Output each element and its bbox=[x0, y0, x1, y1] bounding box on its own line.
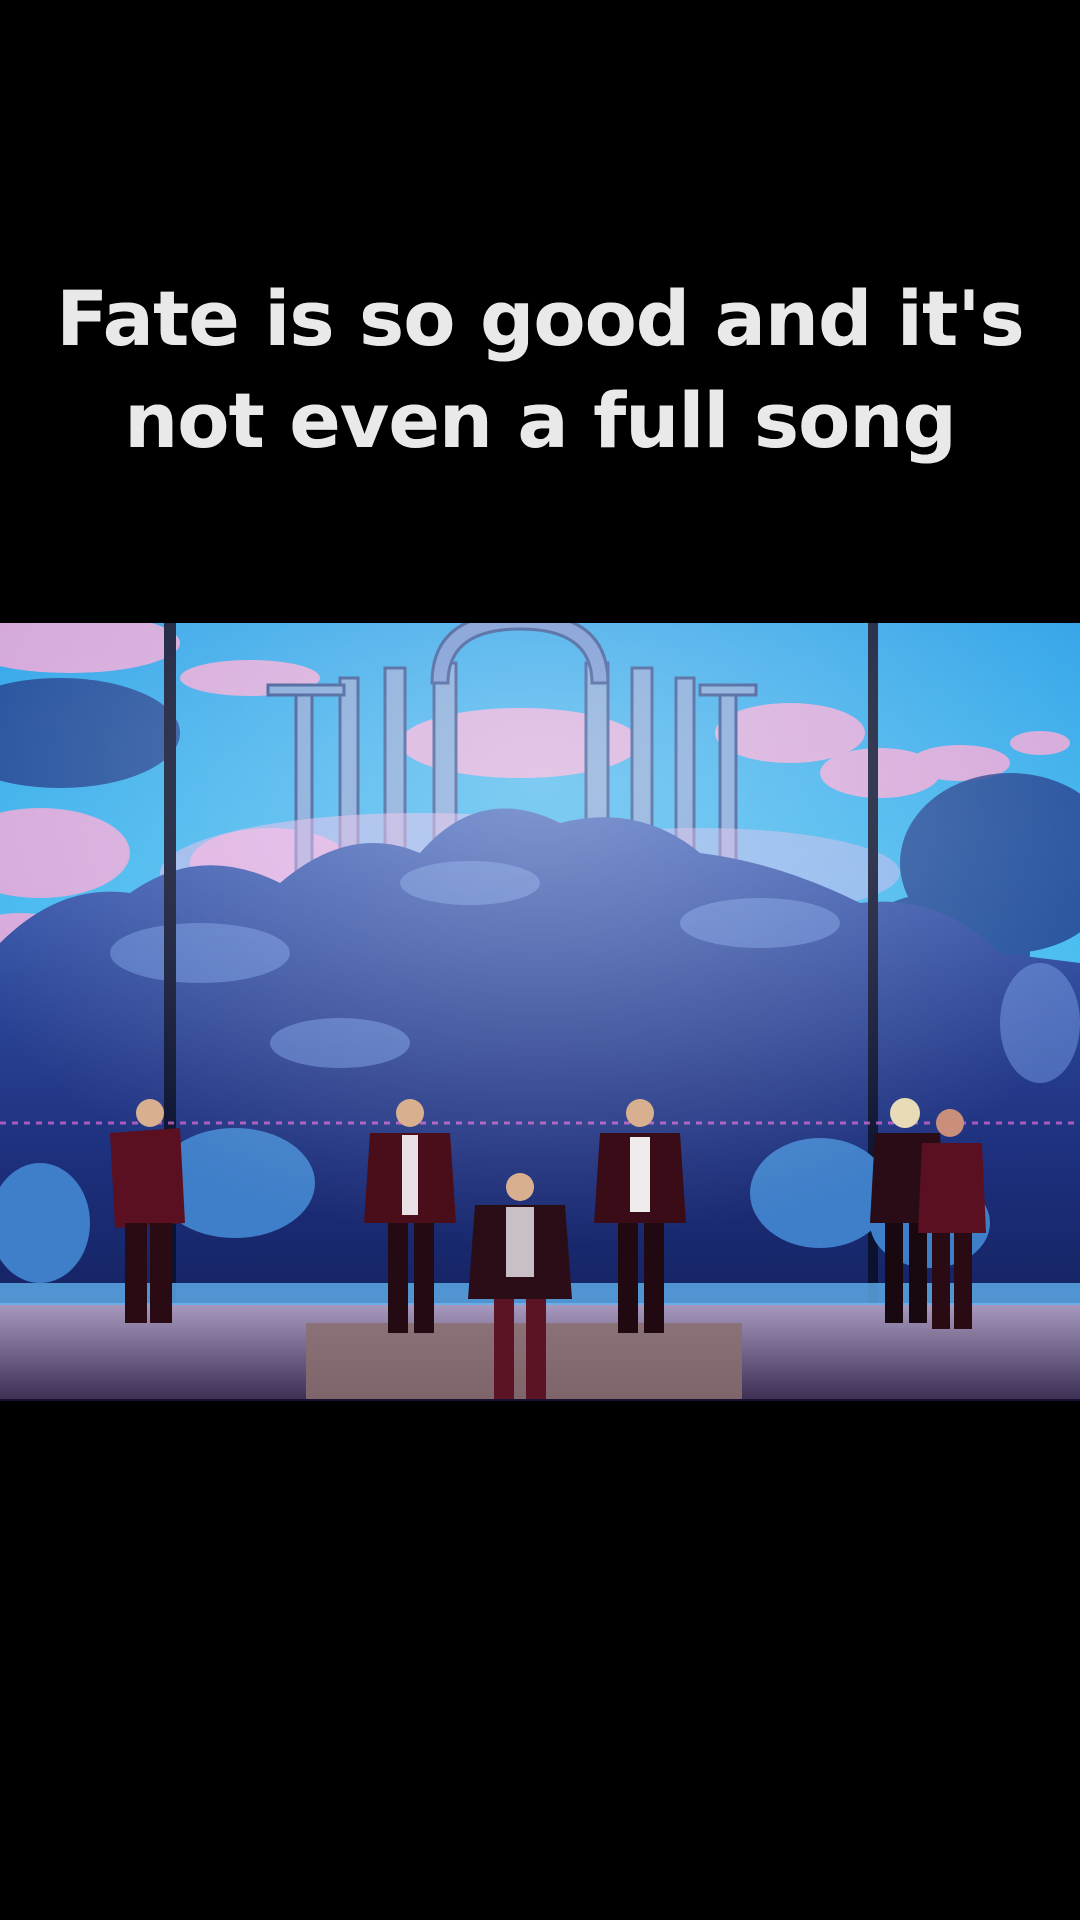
caption-line-2: not even a full song bbox=[0, 370, 1080, 472]
stage-scene bbox=[0, 623, 1080, 1401]
caption-line-1: Fate is so good and it's bbox=[0, 268, 1080, 370]
video-still bbox=[0, 623, 1080, 1401]
caption-overlay: Fate is so good and it's not even a full… bbox=[0, 268, 1080, 472]
video-frame[interactable]: Fate is so good and it's not even a full… bbox=[0, 0, 1080, 1920]
